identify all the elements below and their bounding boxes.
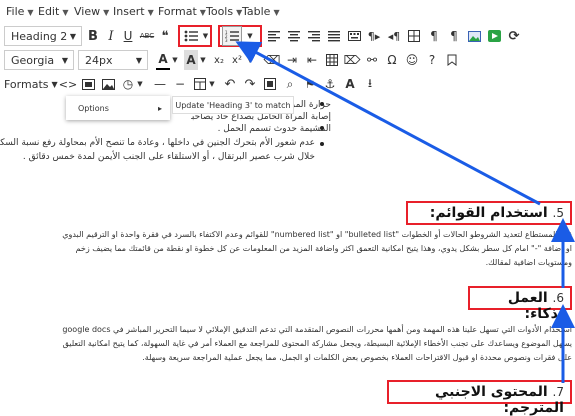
diagonal-arrow (235, 41, 541, 206)
annotation-arrows (235, 41, 575, 383)
